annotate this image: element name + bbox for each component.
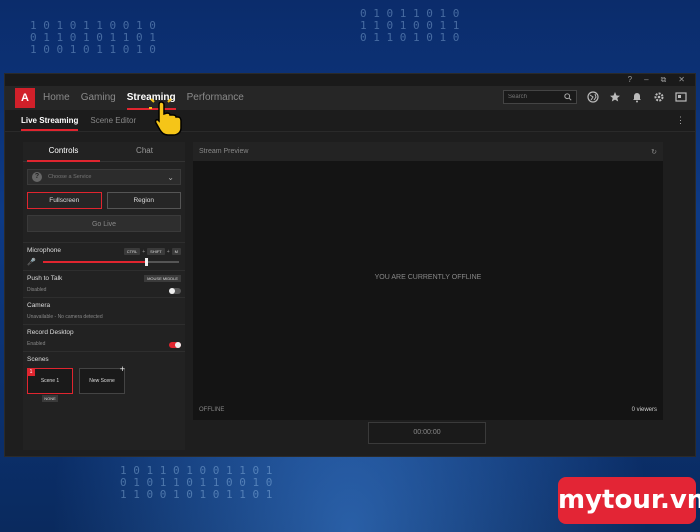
push-to-talk-section: Push to Talk MOUSE MIDDLE Disabled <box>23 270 185 297</box>
app-window: ? – ⧉ ✕ A Home Gaming Streaming Performa… <box>4 73 696 457</box>
titlebar: ? – ⧉ ✕ <box>5 74 695 86</box>
toggle-knob <box>169 288 175 294</box>
camera-section: Camera Unavailable - No camera detected <box>23 297 185 324</box>
hand-cursor-icon <box>149 98 182 136</box>
more-options-icon[interactable]: ⋮ <box>676 115 685 126</box>
stream-preview: Stream Preview ↻ YOU ARE CURRENTLY OFFLI… <box>193 142 663 420</box>
stream-timer: 00:00:00 <box>368 422 486 444</box>
scene-hotkey-badge[interactable]: NONE <box>42 395 58 402</box>
controls-panel: Controls Chat ? Choose a Service ⌄ Fulls… <box>23 142 185 450</box>
account-icon[interactable] <box>675 91 687 103</box>
close-icon[interactable]: ✕ <box>678 74 685 86</box>
gear-icon[interactable] <box>653 91 665 103</box>
go-live-button[interactable]: Go Live <box>27 215 181 232</box>
tab-live-streaming[interactable]: Live Streaming <box>21 116 79 131</box>
search-input[interactable] <box>508 94 564 100</box>
tab-controls[interactable]: Controls <box>23 142 104 162</box>
panel-tabs: Controls Chat <box>23 142 185 162</box>
record-desktop-section: Record Desktop Enabled <box>23 324 185 351</box>
question-icon: ? <box>32 172 42 182</box>
hotkey-key: CTRL <box>123 248 141 255</box>
nav-home[interactable]: Home <box>43 92 70 105</box>
microphone-volume: 🎤 <box>27 258 181 266</box>
watermark-logo: mytour.vn <box>558 477 700 524</box>
scenes-section: Scenes 1 Scene 1 + New Scene NONE <box>23 351 185 406</box>
nav-performance[interactable]: Performance <box>187 92 244 105</box>
push-to-talk-status: Disabled <box>27 287 47 293</box>
restore-icon[interactable]: ⧉ <box>661 74 667 86</box>
new-scene-card[interactable]: + New Scene <box>79 365 125 394</box>
nav-right-tools <box>503 90 687 104</box>
hotkey-key: SHIFT <box>147 248 165 255</box>
push-to-talk-toggle[interactable] <box>169 288 181 294</box>
scene-number: 1 <box>27 368 35 376</box>
help-icon[interactable]: ? <box>628 74 632 86</box>
search-icon[interactable] <box>564 93 572 101</box>
binary-decoration: 1 0 1 1 0 1 0 0 1 1 0 1 0 1 0 1 1 0 1 1 … <box>120 464 273 501</box>
region-button[interactable]: Region <box>106 192 181 209</box>
binary-decoration: 1 0 1 0 1 1 0 0 1 0 0 1 1 0 1 0 1 1 0 1 … <box>30 19 156 56</box>
record-desktop-label: Record Desktop <box>27 329 74 336</box>
top-nav: A Home Gaming Streaming Performance <box>5 86 695 110</box>
nav-gaming[interactable]: Gaming <box>81 92 116 105</box>
tab-scene-editor[interactable]: Scene Editor <box>90 116 136 125</box>
service-select[interactable]: ? Choose a Service ⌄ <box>27 169 181 185</box>
toggle-knob <box>175 342 181 348</box>
microphone-icon[interactable]: 🎤 <box>27 258 36 266</box>
add-icon[interactable]: + <box>120 365 125 374</box>
volume-thumb[interactable] <box>145 258 149 266</box>
volume-fill <box>43 261 147 263</box>
refresh-icon[interactable]: ↻ <box>651 148 657 156</box>
push-to-talk-hotkey[interactable]: MOUSE MIDDLE <box>144 275 181 282</box>
scene-name: Scene 1 <box>40 378 60 384</box>
microphone-section: Microphone CTRL + SHIFT + M 🎤 <box>23 242 185 270</box>
record-desktop-status: Enabled <box>27 341 46 347</box>
globe-icon[interactable] <box>587 91 599 103</box>
binary-decoration: 0 1 0 1 1 0 1 0 1 1 0 1 0 0 1 1 0 1 1 0 … <box>360 7 460 44</box>
preview-title: Stream Preview <box>199 148 249 155</box>
volume-slider[interactable] <box>43 258 179 266</box>
star-icon[interactable] <box>609 91 621 103</box>
amd-logo-icon[interactable]: A <box>15 88 35 108</box>
minimize-icon[interactable]: – <box>644 74 648 86</box>
service-placeholder: Choose a Service <box>48 174 92 180</box>
hotkey-plus: + <box>142 248 146 255</box>
stream-status: OFFLINE <box>199 407 225 413</box>
scene-card[interactable]: 1 Scene 1 <box>27 368 73 394</box>
scenes-label: Scenes <box>27 356 49 363</box>
fullscreen-button[interactable]: Fullscreen <box>27 192 102 209</box>
scenes-list: 1 Scene 1 + New Scene <box>27 365 181 394</box>
viewer-count: 0 viewers <box>631 407 657 413</box>
sub-nav: Live Streaming Scene Editor ⋮ <box>5 110 695 132</box>
preview-header: Stream Preview ↻ <box>193 142 663 161</box>
hotkey-plus: + <box>166 248 170 255</box>
record-desktop-toggle[interactable] <box>169 342 181 348</box>
hotkey-key: M <box>171 248 181 255</box>
chevron-down-icon: ⌄ <box>167 172 174 182</box>
new-scene-label: New Scene <box>89 378 115 384</box>
microphone-hotkey[interactable]: CTRL + SHIFT + M <box>123 248 181 255</box>
camera-label: Camera <box>27 302 51 309</box>
tab-chat[interactable]: Chat <box>104 142 185 161</box>
search-box[interactable] <box>503 90 577 104</box>
camera-status: Unavailable - No camera detected <box>27 314 103 320</box>
bell-icon[interactable] <box>631 91 643 103</box>
offline-message: YOU ARE CURRENTLY OFFLINE <box>374 274 482 281</box>
capture-mode-buttons: Fullscreen Region <box>27 192 181 209</box>
